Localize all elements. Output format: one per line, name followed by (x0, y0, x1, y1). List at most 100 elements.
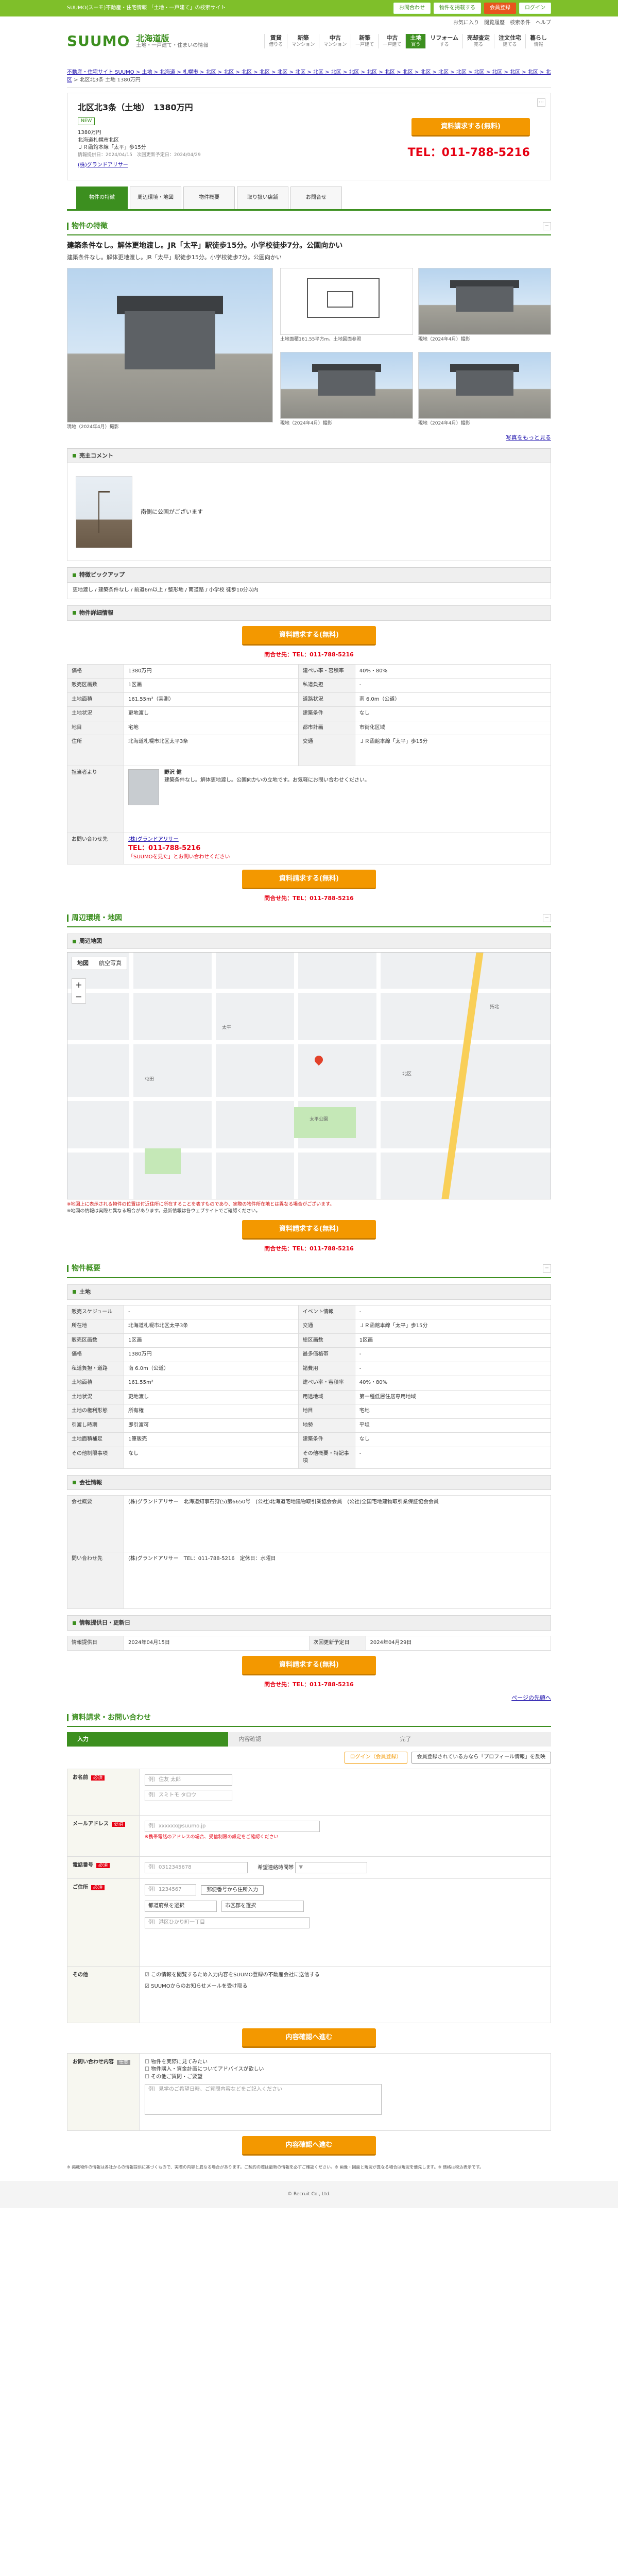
inquiry-check-1-icon[interactable]: ☐ (145, 2059, 149, 2065)
form-row: その他 ☑ この情報を閲覧するため入力内容をSUUMO登録の不動産会社に送信する… (67, 1965, 551, 2023)
company-link[interactable]: (株)グランドアリサー (128, 836, 546, 844)
summary-value: 1380万円 (124, 1347, 299, 1362)
property-title-box: ⋯ 北区北3条（土地） 1380万円 NEW 1380万円 北海道札幌市北区 Ｊ… (67, 93, 551, 180)
util-bar: お気に入り 閲覧履歴 検索条件 ヘルプ (453, 20, 551, 27)
favorites-link[interactable]: お気に入り (453, 20, 479, 27)
register-button[interactable]: 会員登録 (484, 2, 516, 14)
nav-custom-house[interactable]: 注文住宅 建てる (494, 33, 525, 49)
nav-rent[interactable]: 賃貸 借りる (264, 33, 287, 49)
email-input[interactable]: 例）xxxxxx@suumo.jp (145, 1820, 320, 1832)
contact-link[interactable]: お問合わせ (393, 2, 431, 14)
list-property-link[interactable]: 物件を掲載する (434, 2, 481, 14)
share-icon[interactable]: ⋯ (537, 98, 545, 107)
tab-environment[interactable]: 周辺環境・地図 (130, 187, 181, 209)
thumb-1[interactable]: 土地面積161.55平方m、土地図面参照 (280, 267, 413, 347)
map-label-tonden: 屯田 (145, 1077, 154, 1082)
env-header: 周辺環境・地図 − (67, 910, 551, 928)
zoom-out-icon[interactable]: − (72, 991, 85, 1003)
contact-time-select[interactable]: ▼ (295, 1861, 368, 1873)
detail-request-button-2[interactable]: 資料請求する(無料) (242, 870, 376, 890)
zip-input[interactable]: 例）1234567 (145, 1884, 196, 1895)
login-form-button[interactable]: ログイン（会員登録） (344, 1752, 407, 1764)
summary-key: 土地面積 (67, 1376, 124, 1391)
summary-key: イベント情報 (298, 1304, 355, 1320)
main-photo[interactable] (67, 267, 273, 422)
feature-headline: 建築条件なし。解体更地渡し。JR「太平」駅徒歩15分。小学校徒歩7分。公園向かい (67, 242, 343, 250)
nav-used-mansion[interactable]: 中古 マンション (319, 33, 351, 49)
region-name: 北海道版 (136, 33, 169, 43)
phone-input[interactable]: 例）0312345678 (145, 1861, 248, 1873)
tab-summary[interactable]: 物件概要 (183, 187, 235, 209)
tab-inquiry[interactable]: お問合せ (290, 187, 342, 209)
inquiry-check-2-icon[interactable]: ☐ (145, 2066, 149, 2072)
zoom-control: + − (72, 978, 86, 1004)
inquiry-textarea[interactable]: 例）見学のご希望日時、ご質問内容などをご記入ください (145, 2084, 382, 2115)
contact-time-label: 希望連絡時間帯 (258, 1865, 294, 1871)
confirm-wrap-2: 内容確認へ進む (67, 2136, 551, 2156)
summary-value: なし (124, 1446, 299, 1469)
breadcrumb-current: 北区北3条 土地 1380万円 (79, 77, 141, 83)
form-row: 電話番号 必須 例）0312345678 希望連絡時間帯 ▼ (67, 1856, 551, 1879)
name-input[interactable]: 例）住友 太郎 (145, 1774, 232, 1786)
tab-store[interactable]: 取り扱い店舗 (237, 187, 288, 209)
table-row: 私道負担・道路南 6.0m（公道） 諸費用 - (67, 1361, 552, 1377)
help-link[interactable]: ヘルプ (536, 20, 551, 27)
collapse-icon[interactable]: − (543, 1264, 551, 1273)
copyright: © Recruit Co., Ltd. (287, 2192, 331, 2197)
map-tab-map[interactable]: 地図 (72, 957, 94, 970)
nav-new-house[interactable]: 新築 一戸建て (351, 33, 378, 49)
kana-input[interactable]: 例）スミトモ タロウ (145, 1789, 232, 1801)
confirm-button[interactable]: 内容確認へ進む (242, 2028, 376, 2048)
nav-reform[interactable]: リフォーム する (425, 33, 462, 49)
summary-value: なし (354, 1432, 552, 1447)
thumb-3[interactable]: 現地（2024年4月）撮影 (280, 351, 413, 431)
table-row: 問い合わせ先 (株)グランドアリサー TEL：011-788-5216 定休日：水… (67, 1552, 551, 1609)
nav-living[interactable]: 暮らし 情報 (525, 33, 551, 49)
comment-header: 売主コメント (67, 448, 551, 464)
login-button[interactable]: ログイン (519, 2, 551, 14)
nav-appraisal[interactable]: 売却査定 売る (462, 33, 494, 49)
inquiry-check-3-icon[interactable]: ☐ (145, 2074, 149, 2080)
agent-link[interactable]: (株)グランドアリサー (78, 162, 540, 170)
detail-request-button[interactable]: 資料請求する(無料) (242, 625, 376, 646)
table-row: 価格 1380万円 建ぺい率・容積率 40%・80% (67, 664, 552, 679)
newsletter-checkbox-icon[interactable]: ☑ (145, 1984, 149, 1989)
collapse-icon[interactable]: − (543, 222, 551, 231)
request-docs-button[interactable]: 資料請求する(無料) (411, 118, 530, 137)
nav-new-mansion[interactable]: 新築 マンション (287, 33, 319, 49)
saved-search-link[interactable]: 検索条件 (510, 20, 530, 27)
agree-checkbox-icon[interactable]: ☑ (145, 1972, 149, 1978)
apply-profile-button[interactable]: 会員登録されている方なら「プロフィール情報」を反映 (411, 1752, 551, 1764)
thumb-2[interactable]: 現地（2024年4月）撮影 (418, 267, 551, 347)
zoom-in-icon[interactable]: + (72, 979, 85, 991)
prefecture-select[interactable]: 都道府県を選択 (145, 1900, 217, 1912)
table-row: 住所 北海道札幌市北区太平3条 交通 ＪＲ函館本線「太平」歩15分 (67, 735, 552, 767)
nav-land[interactable]: 土地 買う (405, 33, 426, 49)
map-tab-satellite[interactable]: 航空写真 (94, 957, 127, 970)
comment-photo[interactable] (76, 476, 132, 548)
collapse-icon[interactable]: − (543, 914, 551, 923)
table-row: 情報提供日 2024年04月15日 次回更新予定日 2024年04月29日 (67, 1636, 551, 1651)
summary-key: 販売区画数 (67, 1333, 124, 1348)
nav-used-house[interactable]: 中古 一戸建て (378, 33, 405, 49)
property-pin-icon[interactable] (313, 1054, 325, 1066)
thumb-4[interactable]: 現地（2024年4月）撮影 (418, 351, 551, 431)
pickup-header: 特徴ピックアップ (67, 567, 551, 583)
header: お気に入り 閲覧履歴 検索条件 ヘルプ SUUMO 北海道版 土地・一戸建て・住… (0, 16, 618, 66)
features-title: 物件の特徴 (67, 221, 108, 231)
history-link[interactable]: 閲覧履歴 (484, 20, 505, 27)
tab-features[interactable]: 物件の特徴 (76, 187, 128, 209)
inquiry-opt-2: 物件購入・資金計画についてアドバイスが欲しい (151, 2066, 264, 2073)
summary-request-button[interactable]: 資料請求する(無料) (242, 1655, 376, 1675)
page-top-link[interactable]: ページの先頭へ (67, 1694, 551, 1702)
confirm-button-2[interactable]: 内容確認へ進む (242, 2136, 376, 2156)
zip-lookup-button[interactable]: 郵便番号から住所入力 (201, 1885, 264, 1895)
map[interactable]: 太平公園 太平 北区 屯田 拓北 地図 航空写真 + − (67, 952, 551, 1200)
street-input[interactable]: 例）港区ひかり町一丁目 (145, 1917, 310, 1928)
table-row: 土地面積 161.55m²（実測） 道路状況南 6.0m（公道） (67, 692, 552, 707)
more-photos-link[interactable]: 写真をもっと見る (67, 434, 551, 442)
suumo-logo[interactable]: SUUMO (67, 31, 130, 52)
env-request-button[interactable]: 資料請求する(無料) (242, 1220, 376, 1240)
city-select[interactable]: 市区郡を選択 (221, 1900, 304, 1912)
table-row: 土地の権利形態 所有権 地目 宅地 (67, 1404, 552, 1419)
